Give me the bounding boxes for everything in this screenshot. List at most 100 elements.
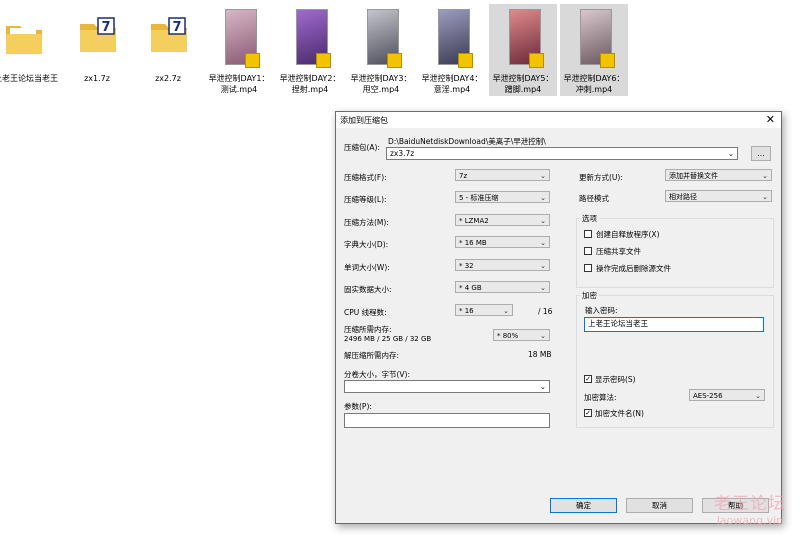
svg-text:7: 7 xyxy=(172,20,181,35)
file-label: 早泄控制DAY1： 测试.mp4 xyxy=(208,74,270,94)
player-badge-icon xyxy=(387,53,402,68)
file-7z[interactable]: 7 zx1.7z xyxy=(63,4,131,96)
cpu-select[interactable]: * 16 ⌄ xyxy=(455,304,513,316)
video-thumbnail xyxy=(580,9,615,68)
browse-button[interactable]: ... xyxy=(751,146,771,161)
dict-select[interactable]: * 16 MB ⌄ xyxy=(455,236,550,248)
file-7z[interactable]: 7 zx2.7z xyxy=(134,4,202,96)
sfx-label: 创建自释放程序(X) xyxy=(596,230,660,239)
file-video[interactable]: 早泄控制DAY4： 意淫.mp4 xyxy=(418,4,486,96)
chevron-down-icon: ⌄ xyxy=(540,332,546,340)
player-badge-icon xyxy=(245,53,260,68)
file-video[interactable]: 早泄控制DAY3： 甩空.mp4 xyxy=(347,4,415,96)
mem-select[interactable]: * 80% ⌄ xyxy=(493,329,550,341)
file-folder[interactable]: 上老王论坛当老王 xyxy=(0,4,60,96)
file-label: 早泄控制DAY3： 甩空.mp4 xyxy=(350,74,412,94)
player-badge-icon xyxy=(458,53,473,68)
chevron-down-icon: ⌄ xyxy=(540,194,546,202)
file-label: 上老王论坛当老王 xyxy=(0,74,58,83)
chevron-down-icon: ⌄ xyxy=(540,239,546,247)
add-to-archive-dialog: 添加到压缩包 ✕ 压缩包(A): D:\BaiduNetdiskDownload… xyxy=(335,111,782,524)
password-input[interactable]: 上老王论坛当老王 xyxy=(584,317,764,332)
path-select[interactable]: 相对路径 ⌄ xyxy=(665,190,772,202)
level-label: 压缩等级(L): xyxy=(344,195,387,204)
video-thumbnail xyxy=(225,9,260,68)
delete-label: 操作完成后删除源文件 xyxy=(596,264,671,273)
dmem-label: 解压缩所需内存: xyxy=(344,351,400,360)
folder-icon xyxy=(6,26,42,54)
enc-method-select[interactable]: AES-256 ⌄ xyxy=(689,389,765,401)
chevron-down-icon: ⌄ xyxy=(762,193,768,201)
cpu-total: / 16 xyxy=(538,307,553,316)
file-label: 早泄控制DAY4： 意淫.mp4 xyxy=(421,74,483,94)
level-select[interactable]: 5 - 标准压缩 ⌄ xyxy=(455,191,550,203)
split-label: 分卷大小，字节(V): xyxy=(344,370,411,379)
archive-dir: D:\BaiduNetdiskDownload\美离子\早泄控制\ xyxy=(388,137,546,146)
archive-name-combo[interactable]: zx3.7z ⌄ xyxy=(386,147,738,160)
path-label: 路径模式 xyxy=(579,194,609,203)
video-thumbnail xyxy=(296,9,331,68)
chevron-down-icon: ⌄ xyxy=(762,172,768,180)
options-title: 选项 xyxy=(580,213,599,224)
update-select[interactable]: 添加并替换文件 ⌄ xyxy=(665,169,772,181)
file-video[interactable]: 早泄控制DAY6： 冲刺.mp4 xyxy=(560,4,628,96)
dict-label: 字典大小(D): xyxy=(344,240,389,249)
archive-label: 压缩包(A): xyxy=(344,143,381,152)
shared-checkbox[interactable] xyxy=(584,247,592,255)
video-thumbnail xyxy=(509,9,544,68)
sfx-checkbox[interactable] xyxy=(584,230,592,238)
chevron-down-icon: ⌄ xyxy=(539,382,546,391)
file-label: 早泄控制DAY6： 冲刺.mp4 xyxy=(563,74,625,94)
file-label: 早泄控制DAY2： 捏射.mp4 xyxy=(279,74,341,94)
word-label: 单词大小(W): xyxy=(344,263,390,272)
word-select[interactable]: * 32 ⌄ xyxy=(455,259,550,271)
chevron-down-icon: ⌄ xyxy=(727,149,734,158)
cancel-button[interactable]: 取消 xyxy=(626,498,693,513)
chevron-down-icon: ⌄ xyxy=(540,217,546,225)
watermark: 老王论坛 laowang.vip xyxy=(714,494,786,527)
player-badge-icon xyxy=(600,53,615,68)
encrypt-names-label: 加密文件名(N) xyxy=(595,409,644,418)
show-password-checkbox[interactable]: ✓ xyxy=(584,375,592,383)
params-input[interactable] xyxy=(344,413,550,428)
split-combo[interactable]: ⌄ xyxy=(344,380,550,393)
method-label: 压缩方法(M): xyxy=(344,218,389,227)
video-thumbnail xyxy=(438,9,473,68)
delete-checkbox[interactable] xyxy=(584,264,592,272)
format-label: 压缩格式(F): xyxy=(344,173,387,182)
player-badge-icon xyxy=(316,53,331,68)
solid-label: 固实数据大小: xyxy=(344,285,392,294)
update-label: 更新方式(U): xyxy=(579,173,623,182)
player-badge-icon xyxy=(529,53,544,68)
dialog-title: 添加到压缩包 xyxy=(340,116,388,125)
cpu-label: CPU 线程数: xyxy=(344,308,387,317)
shared-label: 压缩共享文件 xyxy=(596,247,641,256)
chevron-down-icon: ⌄ xyxy=(540,284,546,292)
solid-select[interactable]: * 4 GB ⌄ xyxy=(455,281,550,293)
chevron-down-icon: ⌄ xyxy=(755,392,761,400)
file-label: zx1.7z xyxy=(84,74,110,83)
archive-name-value: zx3.7z xyxy=(390,149,415,158)
format-select[interactable]: 7z ⌄ xyxy=(455,169,550,181)
archive-7z-icon: 7 xyxy=(151,17,187,52)
encrypt-names-checkbox[interactable]: ✓ xyxy=(584,409,592,417)
params-label: 参数(P): xyxy=(344,402,372,411)
enc-method-label: 加密算法: xyxy=(584,393,617,402)
svg-text:7: 7 xyxy=(101,20,110,35)
dmem-value: 18 MB xyxy=(528,350,552,359)
file-video[interactable]: 早泄控制DAY1： 测试.mp4 xyxy=(205,4,273,96)
close-icon[interactable]: ✕ xyxy=(766,113,775,126)
chevron-down-icon: ⌄ xyxy=(540,262,546,270)
file-video[interactable]: 早泄控制DAY2： 捏射.mp4 xyxy=(276,4,344,96)
chevron-down-icon: ⌄ xyxy=(540,172,546,180)
method-select[interactable]: * LZMA2 ⌄ xyxy=(455,214,550,226)
mem-detail: 2496 MB / 25 GB / 32 GB xyxy=(344,335,432,343)
show-password-label: 显示密码(S) xyxy=(595,375,636,384)
password-label: 输入密码: xyxy=(585,306,618,315)
ok-button[interactable]: 确定 xyxy=(550,498,617,513)
chevron-down-icon: ⌄ xyxy=(503,307,509,315)
archive-7z-icon: 7 xyxy=(80,17,116,52)
file-video[interactable]: 早泄控制DAY5： 蹭脚.mp4 xyxy=(489,4,557,96)
file-label: 早泄控制DAY5： 蹭脚.mp4 xyxy=(492,74,554,94)
file-label: zx2.7z xyxy=(155,74,181,83)
